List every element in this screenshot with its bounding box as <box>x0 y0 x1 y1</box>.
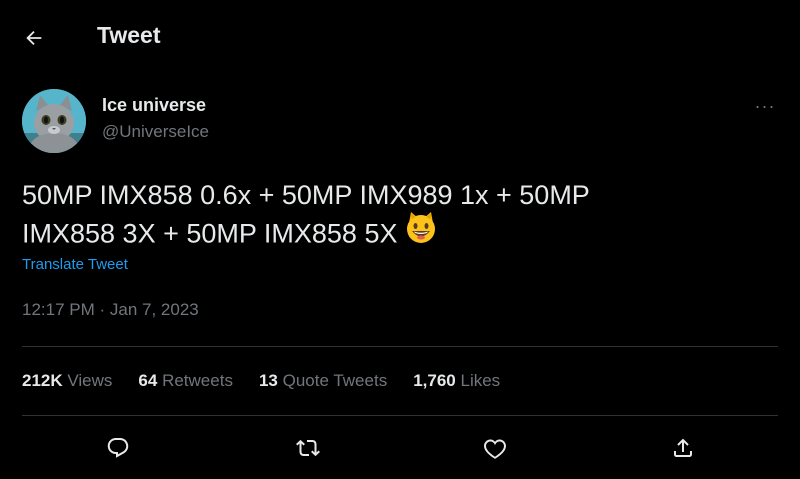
share-icon <box>674 438 692 457</box>
tweet-header: Tweet <box>0 0 800 76</box>
tweet-actions-bar <box>0 428 800 472</box>
translate-tweet-link[interactable]: Translate Tweet <box>22 256 128 273</box>
author-handle[interactable]: @UniverseIce <box>102 122 209 142</box>
retweets-stat[interactable]: 64 Retweets <box>138 371 233 391</box>
grinning-cat-icon <box>403 209 439 254</box>
likes-stat[interactable]: 1,760 Likes <box>413 371 500 391</box>
more-options-button[interactable]: ··· <box>748 92 782 120</box>
like-icon <box>484 439 506 459</box>
arrow-left-icon <box>26 30 42 46</box>
tweet-timestamp[interactable]: 12:17 PM · Jan 7, 2023 <box>22 300 199 320</box>
share-button[interactable] <box>663 428 703 468</box>
retweets-label: Retweets <box>162 371 233 390</box>
author-display-name[interactable]: Ice universe <box>102 95 206 116</box>
reply-icon <box>107 438 129 458</box>
like-button[interactable] <box>475 428 515 468</box>
retweet-button[interactable] <box>288 428 328 468</box>
tweet-text-line-2-content: IMX858 3X + 50MP IMX858 5X <box>22 218 398 249</box>
quote-tweets-count: 13 <box>258 371 278 390</box>
more-horizontal-icon: ··· <box>754 95 776 116</box>
back-button[interactable] <box>14 18 54 58</box>
tweet-stats: 212K Views 64 Retweets 13 Quote Tweets 1… <box>22 371 526 391</box>
cat-avatar-image <box>22 89 86 153</box>
divider <box>22 415 778 416</box>
tweet-text-line-1: 50MP IMX858 0.6x + 50MP IMX989 1x + 50MP <box>22 180 590 210</box>
retweets-count: 64 <box>138 371 158 390</box>
divider <box>22 346 778 347</box>
views-label: Views <box>67 371 113 390</box>
page-title: Tweet <box>97 22 161 48</box>
quote-tweets-stat[interactable]: 13 Quote Tweets <box>259 371 387 391</box>
tweet-text-line-2: IMX858 3X + 50MP IMX858 5X <box>22 212 722 258</box>
reply-button[interactable] <box>98 428 138 468</box>
avatar[interactable] <box>22 89 86 153</box>
views-stat[interactable]: 212K Views <box>22 371 112 391</box>
retweet-icon <box>296 439 320 457</box>
quote-tweets-label: Quote Tweets <box>282 371 388 390</box>
likes-label: Likes <box>460 371 501 390</box>
views-count: 212K <box>22 371 63 390</box>
tweet-text: 50MP IMX858 0.6x + 50MP IMX989 1x + 50MP… <box>22 178 722 258</box>
likes-count: 1,760 <box>413 371 456 390</box>
